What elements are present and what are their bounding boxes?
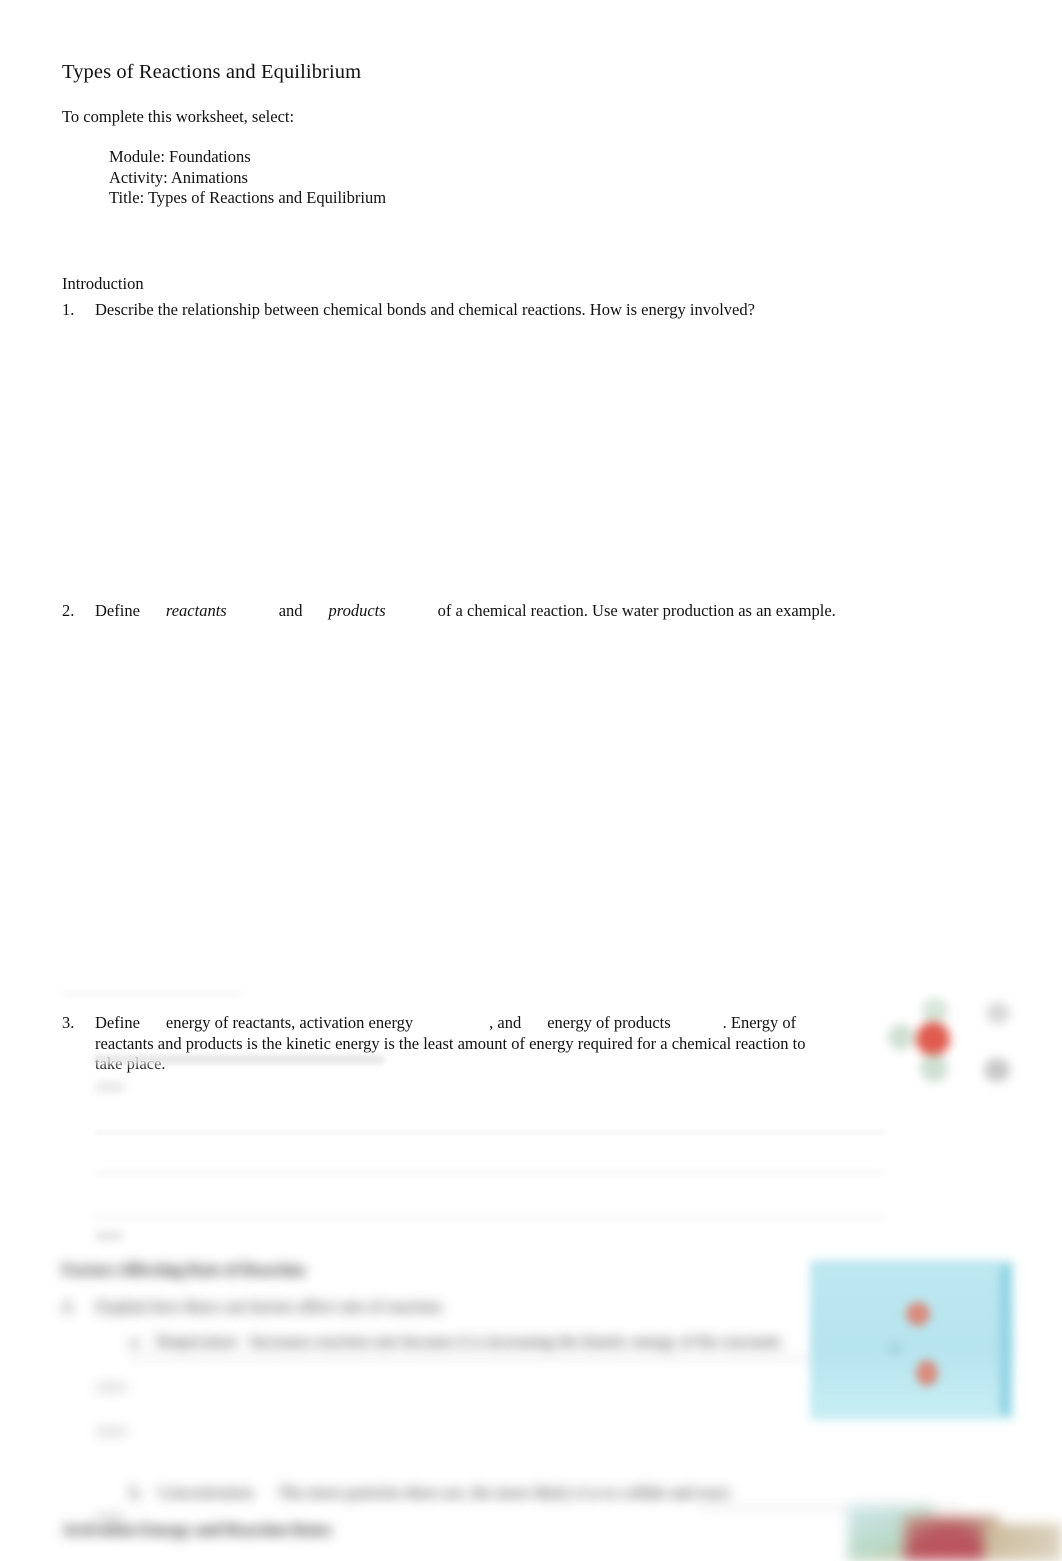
- question-4b-term: Concentration: [158, 1483, 254, 1502]
- atom-sphere: [922, 998, 948, 1024]
- atom-sphere: [916, 1022, 950, 1056]
- instruction-text: To complete this worksheet, select:: [62, 107, 295, 126]
- question-2: 2. Define reactants and products of a chemic…: [62, 601, 842, 622]
- question-1: 1. Describe the relationship between che…: [62, 300, 762, 321]
- question-2-text: Define reactants and products of a chemical …: [95, 601, 842, 622]
- section-heading-activation-energy: Activation Energy and Reaction Rates: [62, 1520, 332, 1539]
- question-4-text: Explain how these can factors affect rat…: [96, 1297, 444, 1316]
- atom-sphere: [984, 1058, 1010, 1082]
- question-2-term-1: reactants: [165, 601, 227, 620]
- reaction-figure-icon: [848, 1498, 1062, 1561]
- answer-line: [62, 993, 242, 995]
- question-3-number: 3.: [62, 1013, 75, 1032]
- question-3-text: Define energy of reactants, activation en…: [95, 1013, 822, 1075]
- page-title: Types of Reactions and Equilibrium: [62, 61, 362, 83]
- question-2-conjunction: and: [278, 601, 303, 620]
- question-4a-term: Temperature: [155, 1332, 239, 1351]
- question-2-prefix: Define: [95, 601, 140, 620]
- question-2-number: 2.: [62, 601, 75, 620]
- selection-path-module: Module: Foundations: [109, 147, 251, 166]
- question-2-term-2: products: [328, 601, 386, 620]
- selection-path-activity: Activity: Animations: [109, 167, 248, 187]
- question-3-term-1: energy of reactants, activation energy: [165, 1013, 414, 1032]
- answer-line: [94, 1216, 884, 1218]
- molecule-figure-icon: [876, 998, 1062, 1100]
- beaker-figure-icon: [810, 1260, 1014, 1420]
- answer-line-label: .: [96, 1513, 124, 1522]
- beaker-edge: [1000, 1266, 1010, 1414]
- question-4-number: 4.: [62, 1297, 75, 1316]
- answer-line: [94, 1172, 884, 1174]
- atom-sphere: [888, 1024, 914, 1050]
- question-3-mid: , and: [489, 1013, 522, 1032]
- question-3: 3. Define energy of reactants, activation…: [62, 1013, 822, 1075]
- question-4b-label: b.: [130, 1483, 143, 1502]
- figure-part: [984, 1524, 1062, 1561]
- question-4a-answer: Increases reaction rate because it is in…: [250, 1332, 782, 1351]
- particle-blob: [906, 1302, 930, 1326]
- section-heading-factors: Factors Affecting Rate of Reaction: [62, 1260, 305, 1279]
- atom-sphere: [986, 1002, 1010, 1024]
- question-4b-answer: The more particles there are, the more l…: [278, 1483, 730, 1502]
- section-heading-introduction: Introduction: [62, 274, 144, 293]
- selection-path-title: Title: Types of Reactions and Equilibriu…: [109, 188, 387, 208]
- selection-path: Module: Foundations Activity: Animations…: [109, 147, 386, 209]
- particle-blob: [888, 1342, 902, 1356]
- worksheet-page: Types of Reactions and Equilibrium To co…: [0, 0, 1062, 1561]
- answer-line: [94, 1132, 884, 1134]
- answer-text-fragment: .: [96, 1083, 124, 1091]
- particle-blob: [916, 1360, 938, 1386]
- question-2-suffix: of a chemical reaction. Use water produc…: [437, 601, 836, 620]
- question-4a-label: a.: [130, 1332, 142, 1351]
- answer-line-label: .: [96, 1232, 122, 1240]
- answer-line-label: .: [96, 1383, 126, 1392]
- answer-line: [130, 1358, 830, 1360]
- question-3-prefix: Define: [95, 1013, 140, 1032]
- question-1-text: Describe the relationship between chemic…: [95, 300, 755, 319]
- question-3-term-2: energy of products: [547, 1013, 671, 1032]
- question-1-number: 1.: [62, 300, 75, 319]
- atom-sphere: [920, 1054, 948, 1082]
- answer-line-label: .: [96, 1427, 126, 1436]
